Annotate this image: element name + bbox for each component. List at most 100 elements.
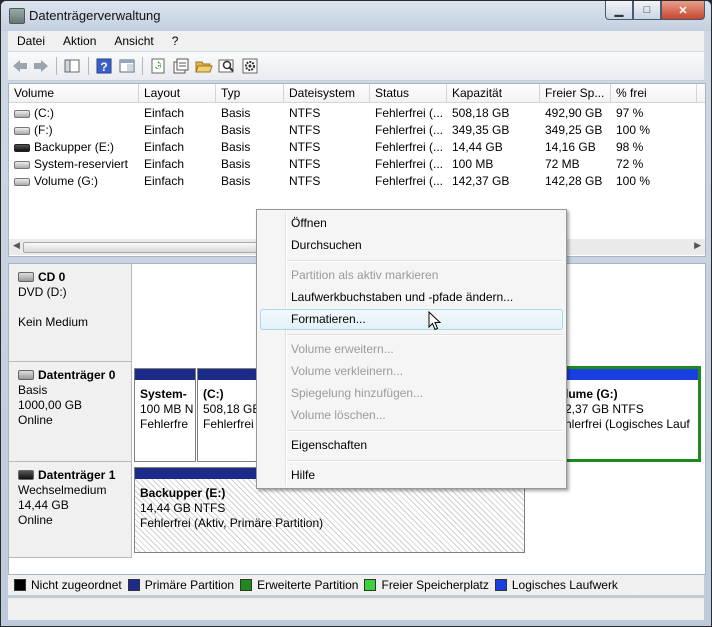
- cell-prozent: 100 %: [616, 123, 651, 137]
- cell-status: Fehlerfrei (...: [375, 140, 444, 154]
- title-bar: Datenträgerverwaltung ▁ □ ✕: [1, 1, 711, 31]
- legend-swatch: [127, 579, 140, 591]
- menu-separator: [287, 260, 563, 262]
- menu-item-volume-loeschen[interactable]: Volume löschen...: [291, 405, 386, 425]
- legend-item: Nicht zugeordnet: [14, 578, 122, 592]
- cell-kapazitaet: 349,35 GB: [452, 123, 510, 137]
- menu-item-durchsuchen[interactable]: Durchsuchen: [291, 235, 362, 255]
- partition-system-reserviert[interactable]: System- 100 MB N Fehlerfre: [134, 368, 196, 462]
- column-header-prozent-frei[interactable]: % frei: [611, 84, 697, 102]
- toolbar-separator: [142, 57, 143, 75]
- cell-dateisystem: NTFS: [289, 106, 321, 120]
- column-header-kapazitaet[interactable]: Kapazität: [447, 84, 540, 102]
- svg-text:?: ?: [100, 60, 107, 74]
- legend-swatch: [240, 579, 253, 591]
- app-icon: [9, 8, 25, 24]
- scroll-right-icon[interactable]: ▶: [694, 240, 701, 251]
- open-folder-icon[interactable]: [195, 57, 213, 75]
- cell-volume: System-reserviert: [34, 157, 129, 171]
- cell-prozent: 100 %: [616, 174, 651, 188]
- cell-prozent: 98 %: [616, 140, 644, 154]
- cell-typ: Basis: [221, 123, 251, 137]
- column-header-freier-speicher[interactable]: Freier Sp...: [540, 84, 611, 102]
- menu-item-partition-aktiv[interactable]: Partition als aktiv markieren: [291, 265, 438, 285]
- cell-frei: 142,28 GB: [545, 174, 603, 188]
- column-header-volume[interactable]: Volume: [9, 84, 139, 102]
- cell-dateisystem: NTFS: [289, 140, 321, 154]
- table-row[interactable]: System-reserviert Einfach Basis NTFS Feh…: [9, 156, 699, 173]
- menu-separator: [287, 430, 563, 432]
- menu-item-volume-verkleinern[interactable]: Volume verkleinern...: [291, 361, 403, 381]
- search-icon[interactable]: [218, 57, 236, 75]
- removable-drive-icon: [14, 143, 30, 152]
- refresh-icon[interactable]: [149, 57, 167, 75]
- show-hide-tree-icon[interactable]: [63, 57, 81, 75]
- menu-item-laufwerkbuchstaben[interactable]: Laufwerkbuchstaben und -pfade ändern...: [291, 287, 513, 307]
- maximize-button[interactable]: □: [633, 1, 661, 20]
- drive-icon: [14, 126, 30, 135]
- help-icon[interactable]: ?: [95, 57, 113, 75]
- close-button[interactable]: ✕: [661, 1, 705, 20]
- legend-swatch: [494, 579, 507, 591]
- menu-help[interactable]: ?: [163, 34, 188, 48]
- menu-item-eigenschaften[interactable]: Eigenschaften: [291, 435, 367, 455]
- forward-arrow-icon[interactable]: [32, 57, 50, 75]
- cell-kapazitaet: 142,37 GB: [452, 174, 510, 188]
- cell-status: Fehlerfrei (...: [375, 157, 444, 171]
- back-arrow-icon[interactable]: [11, 57, 29, 75]
- cell-typ: Basis: [221, 157, 251, 171]
- table-row[interactable]: (C:) Einfach Basis NTFS Fehlerfrei (... …: [9, 105, 699, 122]
- drive-icon: [14, 177, 30, 186]
- properties-icon[interactable]: [172, 57, 190, 75]
- disk-label-datentraeger-0[interactable]: Datenträger 0 Basis 1000,00 GB Online: [9, 362, 132, 462]
- cell-status: Fehlerfrei (...: [375, 106, 444, 120]
- cell-frei: 492,90 GB: [545, 106, 603, 120]
- table-row[interactable]: (F:) Einfach Basis NTFS Fehlerfrei (... …: [9, 122, 699, 139]
- menu-item-oeffnen[interactable]: Öffnen: [291, 213, 327, 233]
- console-view-icon[interactable]: [118, 57, 136, 75]
- menu-separator: [287, 460, 563, 462]
- column-header-typ[interactable]: Typ: [216, 84, 284, 102]
- cell-volume: (F:): [34, 123, 53, 137]
- menu-datei[interactable]: Datei: [8, 34, 54, 48]
- legend-item: Primäre Partition: [127, 578, 234, 592]
- menu-aktion[interactable]: Aktion: [54, 34, 105, 48]
- cell-layout: Einfach: [144, 123, 185, 137]
- legend: Nicht zugeordnet Primäre Partition Erwei…: [8, 575, 704, 595]
- menu-separator: [287, 334, 563, 336]
- hard-disk-icon: [18, 370, 34, 380]
- column-header-dateisystem[interactable]: Dateisystem: [284, 84, 370, 102]
- cell-dateisystem: NTFS: [289, 123, 321, 137]
- toolbar-separator: [88, 57, 89, 75]
- menu-item-hilfe[interactable]: Hilfe: [291, 465, 315, 485]
- window-title: Datenträgerverwaltung: [29, 8, 161, 23]
- cell-dateisystem: NTFS: [289, 174, 321, 188]
- menu-item-formatieren[interactable]: Formatieren...: [291, 309, 366, 329]
- legend-item: Freier Speicherplatz: [364, 578, 489, 592]
- cell-frei: 72 MB: [545, 157, 580, 171]
- settings-icon[interactable]: [241, 57, 259, 75]
- legend-item: Logisches Laufwerk: [494, 578, 618, 592]
- scroll-left-icon[interactable]: ◀: [13, 240, 20, 251]
- drive-icon: [14, 109, 30, 118]
- cell-kapazitaet: 508,18 GB: [452, 106, 510, 120]
- menu-item-volume-erweitern[interactable]: Volume erweitern...: [291, 339, 394, 359]
- removable-disk-icon: [18, 470, 34, 480]
- cell-layout: Einfach: [144, 106, 185, 120]
- cell-prozent: 72 %: [616, 157, 644, 171]
- partition-g[interactable]: lume (G:) 2,37 GB NTFS hlerfrei (Logisches…: [562, 366, 701, 462]
- minimize-button[interactable]: ▁: [605, 1, 633, 20]
- cell-volume: Backupper (E:): [34, 140, 115, 154]
- cell-status: Fehlerfrei (...: [375, 174, 444, 188]
- disk-label-cd0[interactable]: CD 0 DVD (D:) Kein Medium: [9, 264, 132, 362]
- column-header-status[interactable]: Status: [370, 84, 447, 102]
- menu-ansicht[interactable]: Ansicht: [105, 34, 162, 48]
- table-row[interactable]: Backupper (E:) Einfach Basis NTFS Fehler…: [9, 139, 699, 156]
- cell-typ: Basis: [221, 174, 251, 188]
- list-header: Volume Layout Typ Dateisystem Status Kap…: [9, 84, 705, 103]
- disk-label-datentraeger-1[interactable]: Datenträger 1 Wechselmedium 14,44 GB Onl…: [9, 462, 132, 558]
- table-row[interactable]: Volume (G:) Einfach Basis NTFS Fehlerfre…: [9, 173, 699, 190]
- cell-typ: Basis: [221, 140, 251, 154]
- column-header-layout[interactable]: Layout: [139, 84, 216, 102]
- menu-item-spiegelung[interactable]: Spiegelung hinzufügen...: [291, 383, 423, 403]
